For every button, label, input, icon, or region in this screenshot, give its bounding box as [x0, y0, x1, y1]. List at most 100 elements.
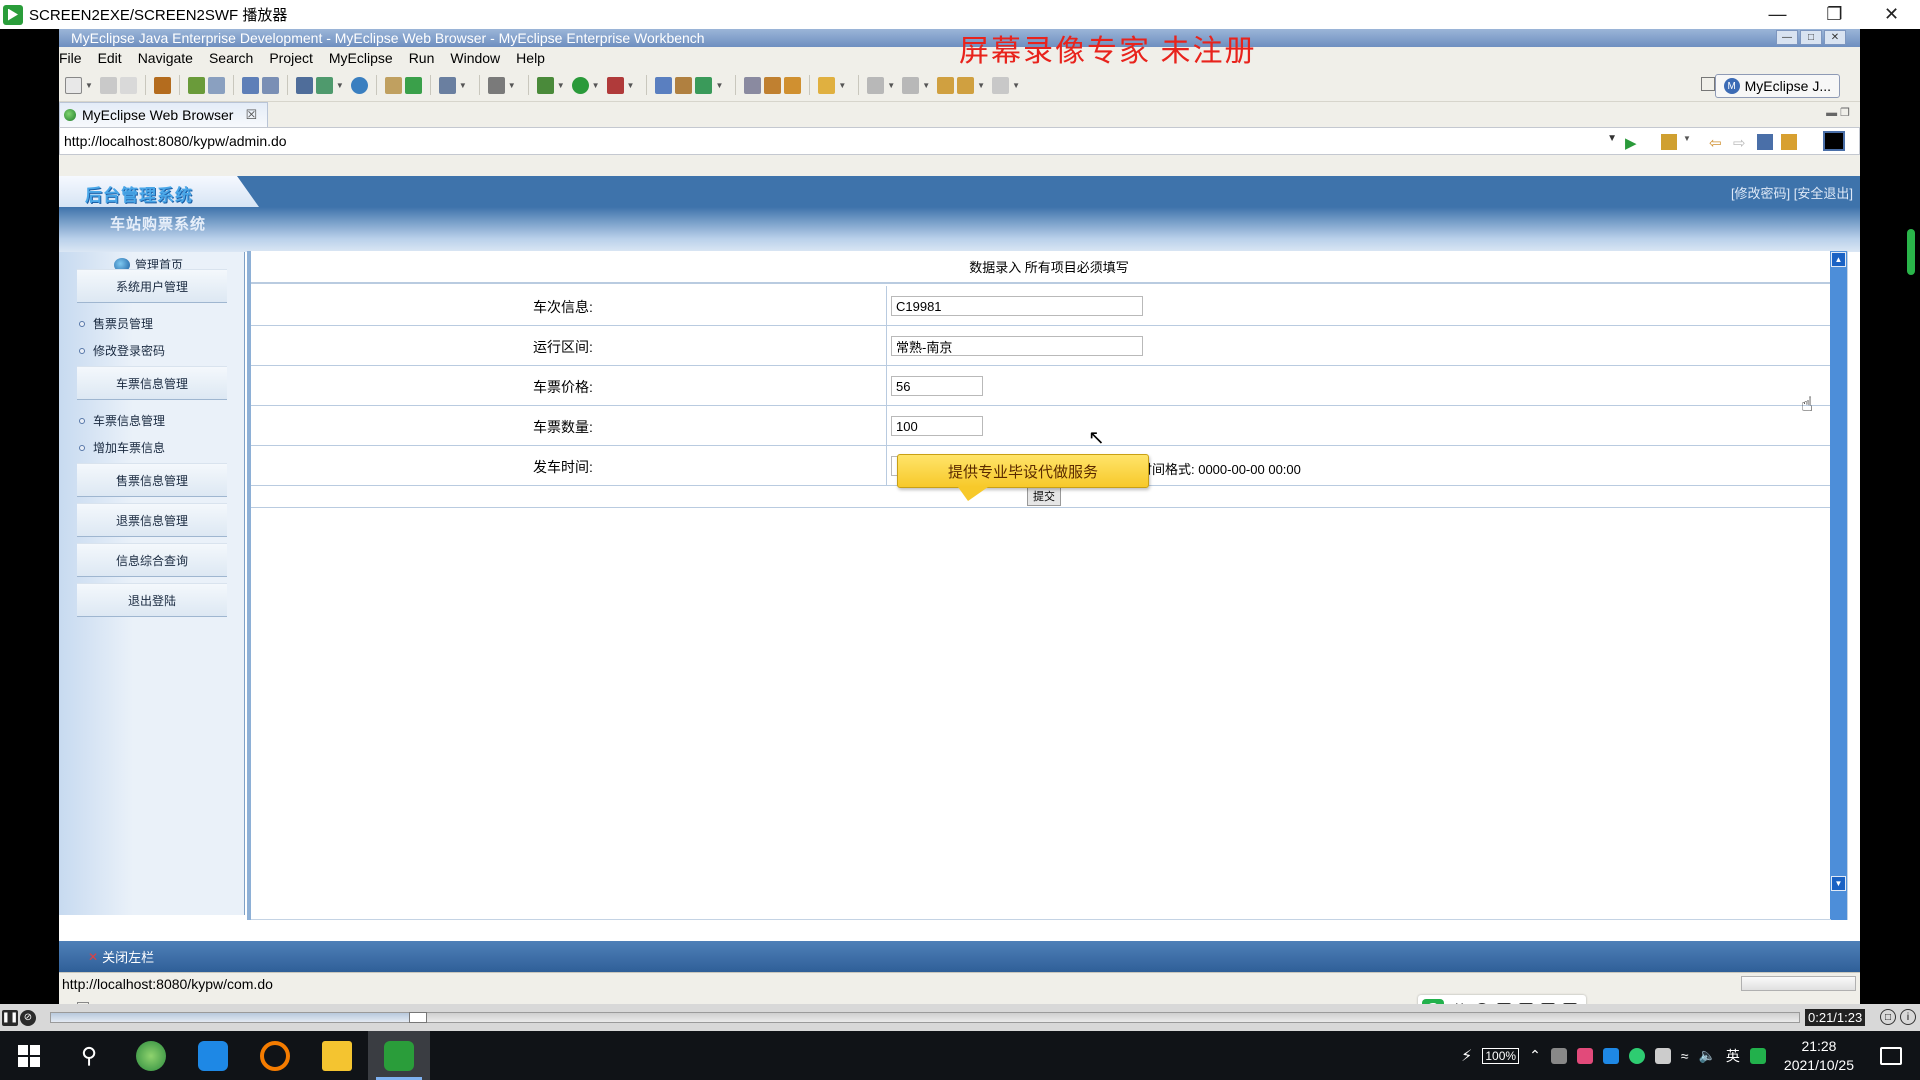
wechat-icon[interactable]: [1628, 1047, 1645, 1064]
nav-section-system-users[interactable]: 系统用户管理: [77, 269, 227, 303]
wifi-icon[interactable]: ≈: [1681, 1048, 1689, 1064]
notification-icon[interactable]: [1880, 1046, 1902, 1065]
forward-icon[interactable]: [992, 76, 1010, 94]
quantity-input[interactable]: [891, 416, 983, 436]
browser-view-icon[interactable]: [1823, 131, 1845, 151]
train-input[interactable]: [891, 296, 1143, 316]
scroll-up-icon[interactable]: ▲: [1831, 252, 1846, 267]
package-icon[interactable]: [153, 76, 171, 94]
prev-annotation-dropdown-icon[interactable]: ▼: [922, 81, 930, 90]
folder-dropdown-icon[interactable]: ▼: [838, 81, 846, 90]
menu-search[interactable]: Search: [201, 50, 261, 66]
new-icon[interactable]: [65, 76, 82, 94]
pencil-icon[interactable]: [764, 76, 782, 94]
browser-back-icon[interactable]: ⇦: [1709, 134, 1725, 152]
refresh-icon[interactable]: [404, 76, 422, 94]
tray-app-icon[interactable]: [1550, 1047, 1567, 1064]
sogou-tray-icon[interactable]: [1749, 1047, 1766, 1064]
seek-thumb[interactable]: [409, 1012, 428, 1023]
menu-navigate[interactable]: Navigate: [130, 50, 201, 66]
info-icon[interactable]: i: [1900, 1009, 1916, 1025]
bookmark-icon[interactable]: [1661, 134, 1677, 150]
minimize-button[interactable]: —: [1749, 0, 1806, 29]
back-icon[interactable]: [957, 76, 975, 94]
external-tools-dropdown-icon[interactable]: ▼: [627, 81, 635, 90]
browser-stop-icon[interactable]: [1757, 134, 1773, 150]
tray-app3-icon[interactable]: [1602, 1047, 1619, 1064]
battery-indicator[interactable]: 100%: [1482, 1047, 1520, 1064]
view-minmax-icons[interactable]: ▬ ❐: [1826, 106, 1850, 119]
ide-minimize-button[interactable]: —: [1776, 30, 1798, 45]
folder-icon[interactable]: [818, 76, 836, 94]
browser-icon[interactable]: [350, 76, 368, 94]
run-dropdown-icon[interactable]: ▼: [592, 81, 600, 90]
nav-section-logout[interactable]: 退出登陆: [77, 583, 227, 617]
ide-close-button[interactable]: ✕: [1824, 30, 1846, 45]
submit-button[interactable]: 提交: [1027, 486, 1061, 506]
ide-maximize-button[interactable]: □: [1800, 30, 1822, 45]
deploy-icon[interactable]: [295, 76, 313, 94]
build-icon[interactable]: [187, 76, 205, 94]
clock[interactable]: 21:28 2021/10/25: [1784, 1037, 1854, 1075]
new-project-icon[interactable]: [438, 76, 456, 94]
volume-icon[interactable]: 🔈: [1698, 1047, 1715, 1064]
publish-dropdown-icon[interactable]: ▼: [336, 81, 344, 90]
tab-close-icon[interactable]: ☒: [245, 107, 257, 123]
tray-language[interactable]: 英: [1726, 1046, 1740, 1066]
new-class-icon[interactable]: [655, 76, 673, 94]
stop-icon[interactable]: ⊘: [20, 1009, 36, 1026]
route-input[interactable]: [891, 336, 1143, 356]
menu-run[interactable]: Run: [401, 50, 443, 66]
open-folder-icon[interactable]: [384, 76, 402, 94]
menu-help[interactable]: Help: [508, 50, 553, 66]
forward-dropdown-icon[interactable]: ▼: [1012, 81, 1020, 90]
tray-expand-icon[interactable]: ⌃: [1529, 1047, 1541, 1064]
battery-icon[interactable]: [1654, 1047, 1671, 1064]
external-tools-icon[interactable]: [606, 76, 624, 94]
nav-section-query[interactable]: 信息综合查询: [77, 543, 227, 577]
pause-icon[interactable]: ❚❚: [2, 1009, 18, 1026]
menu-window[interactable]: Window: [442, 50, 508, 66]
new-web-icon[interactable]: [695, 76, 713, 94]
nav-section-tickets[interactable]: 车票信息管理: [77, 366, 227, 400]
new-web-dropdown-icon[interactable]: ▼: [715, 81, 723, 90]
url-input[interactable]: http://localhost:8080/kypw/admin.do: [60, 133, 287, 149]
open-type-icon[interactable]: [261, 76, 279, 94]
browser-taskbar-button[interactable]: [120, 1031, 182, 1080]
start-button[interactable]: [0, 1031, 58, 1080]
prev-annotation-icon[interactable]: [902, 76, 920, 94]
browser-forward-icon[interactable]: ⇨: [1733, 134, 1749, 152]
save-icon[interactable]: [99, 76, 117, 94]
console-dropdown-icon[interactable]: ▼: [508, 81, 516, 90]
explorer-taskbar-button[interactable]: [306, 1031, 368, 1080]
run-icon[interactable]: [571, 76, 589, 94]
task-icon[interactable]: [784, 76, 802, 94]
nav-item-ticket-info[interactable]: 车票信息管理: [79, 412, 165, 429]
bookmark-dropdown-icon[interactable]: ▼: [1683, 134, 1699, 150]
search-app-taskbar-button[interactable]: [244, 1031, 306, 1080]
search-taskbar-button[interactable]: ⚲: [58, 1031, 120, 1080]
tab-web-browser[interactable]: MyEclipse Web Browser ☒: [59, 102, 269, 127]
close-left-panel[interactable]: ✕ 关闭左栏: [88, 947, 154, 966]
header-account-links[interactable]: [修改密码] [安全退出]: [1731, 183, 1853, 202]
next-annotation-icon[interactable]: [867, 76, 885, 94]
browser-refresh-icon[interactable]: [1781, 134, 1797, 150]
debug-icon[interactable]: [536, 76, 554, 94]
menu-file[interactable]: File: [59, 50, 90, 66]
nav-item-change-password[interactable]: 修改登录密码: [79, 342, 165, 359]
nav-section-sales[interactable]: 售票信息管理: [77, 463, 227, 497]
publish-icon[interactable]: [315, 76, 333, 94]
next-annotation-dropdown-icon[interactable]: ▼: [887, 81, 895, 90]
open-perspective-icon[interactable]: [1701, 77, 1715, 91]
new-package-icon[interactable]: [675, 76, 693, 94]
back-dropdown-icon[interactable]: ▼: [977, 81, 985, 90]
server-icon[interactable]: [207, 76, 225, 94]
tray-app2-icon[interactable]: [1576, 1047, 1593, 1064]
close-button[interactable]: ✕: [1863, 0, 1920, 29]
print-icon[interactable]: [119, 76, 137, 94]
open-file-icon[interactable]: [744, 76, 762, 94]
menu-myeclipse[interactable]: MyEclipse: [321, 50, 401, 66]
menu-edit[interactable]: Edit: [90, 50, 130, 66]
last-edit-icon[interactable]: [937, 76, 955, 94]
nav-item-add-ticket[interactable]: 增加车票信息: [79, 439, 165, 456]
